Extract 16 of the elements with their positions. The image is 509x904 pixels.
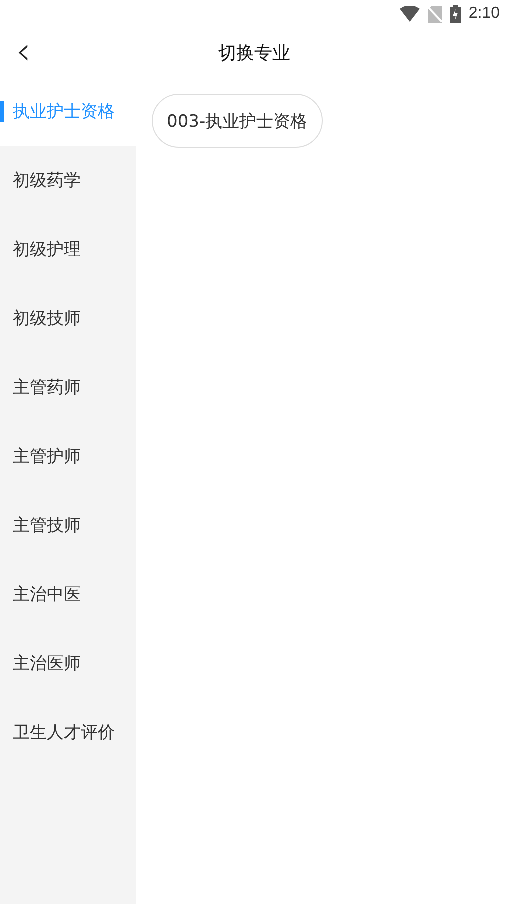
- wifi-icon: [400, 6, 420, 22]
- sidebar-item[interactable]: 卫生人才评价: [0, 698, 136, 767]
- option-chip[interactable]: 003-执业护士资格: [152, 94, 323, 148]
- sidebar-item[interactable]: 初级药学: [0, 146, 136, 215]
- sidebar-item[interactable]: 主治中医: [0, 560, 136, 629]
- sidebar-item[interactable]: 主管技师: [0, 491, 136, 560]
- page-title: 切换专业: [218, 42, 290, 64]
- sidebar-item[interactable]: 初级技师: [0, 284, 136, 353]
- sidebar-item[interactable]: 主管护师: [0, 422, 136, 491]
- no-sim-icon: [428, 6, 442, 22]
- status-time: 2:10: [468, 5, 500, 23]
- sidebar-item[interactable]: 初级护理: [0, 215, 136, 284]
- sidebar-item[interactable]: 主管药师: [0, 353, 136, 422]
- sidebar-item[interactable]: 主治医师: [0, 629, 136, 698]
- back-button[interactable]: ‹: [12, 32, 36, 70]
- battery-charging-icon: [450, 5, 461, 23]
